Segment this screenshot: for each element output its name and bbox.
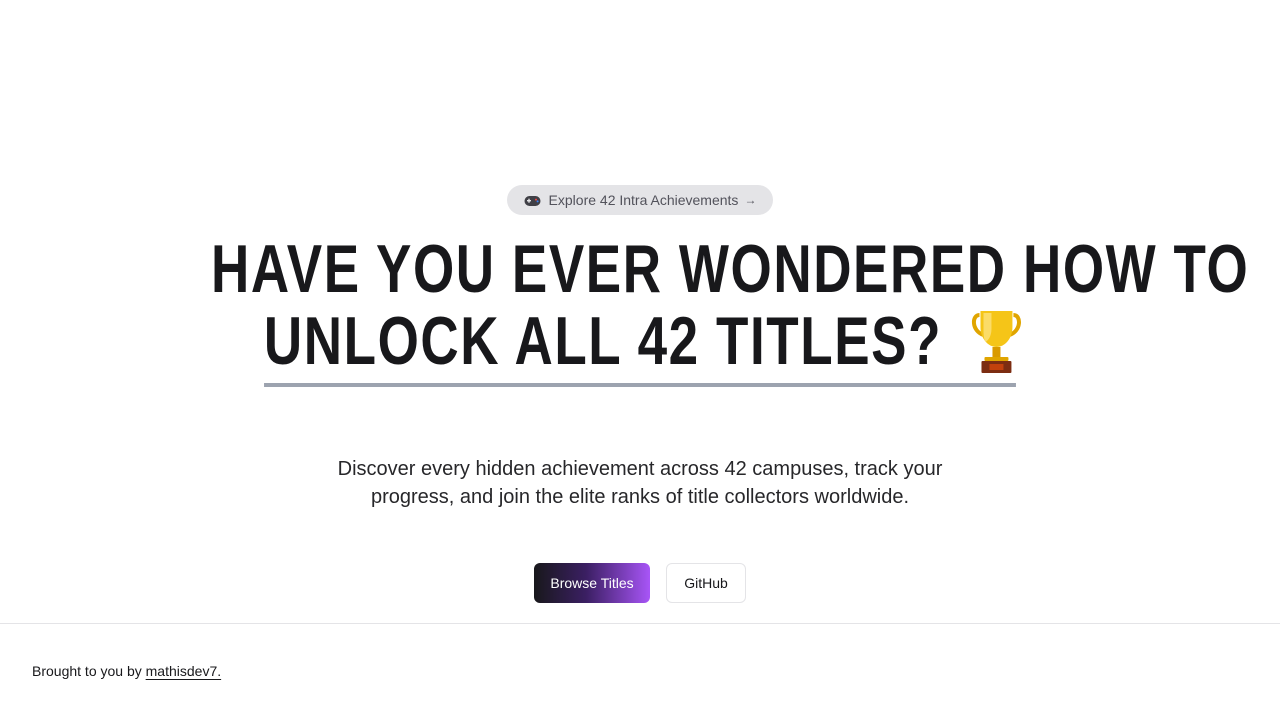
gamepad-icon [524,194,541,206]
arrow-right-icon: → [744,193,757,207]
github-button[interactable]: GitHub [666,562,746,603]
headline-line-2-wrapper: UNLOCK ALL 42 TITLES? [211,305,1069,388]
headline-line-2: UNLOCK ALL 42 TITLES? [263,303,943,379]
cta-buttons: Browse Titles GitHub [534,562,746,603]
footer: Brought to you by mathisdev7. [0,623,1280,720]
footer-credit: Brought to you by mathisdev7. [32,663,221,679]
explore-achievements-pill[interactable]: Explore 42 Intra Achievements → [506,185,774,215]
trophy-icon [972,309,1022,383]
pill-label: Explore 42 Intra Achievements [548,192,739,208]
author-link[interactable]: mathisdev7. [146,663,221,679]
headline-underlined-group: UNLOCK ALL 42 TITLES? [263,307,1022,388]
hero-section: Explore 42 Intra Achievements → HAVE YOU… [0,185,1280,603]
hero-subtitle: Discover every hidden achievement across… [337,457,943,508]
footer-prefix: Brought to you by [32,663,142,679]
headline-line-1: HAVE YOU EVER WONDERED HOW TO [211,231,1250,307]
page-title: HAVE YOU EVER WONDERED HOW TO UNLOCK ALL… [211,231,1250,388]
browse-titles-button[interactable]: Browse Titles [534,562,650,603]
